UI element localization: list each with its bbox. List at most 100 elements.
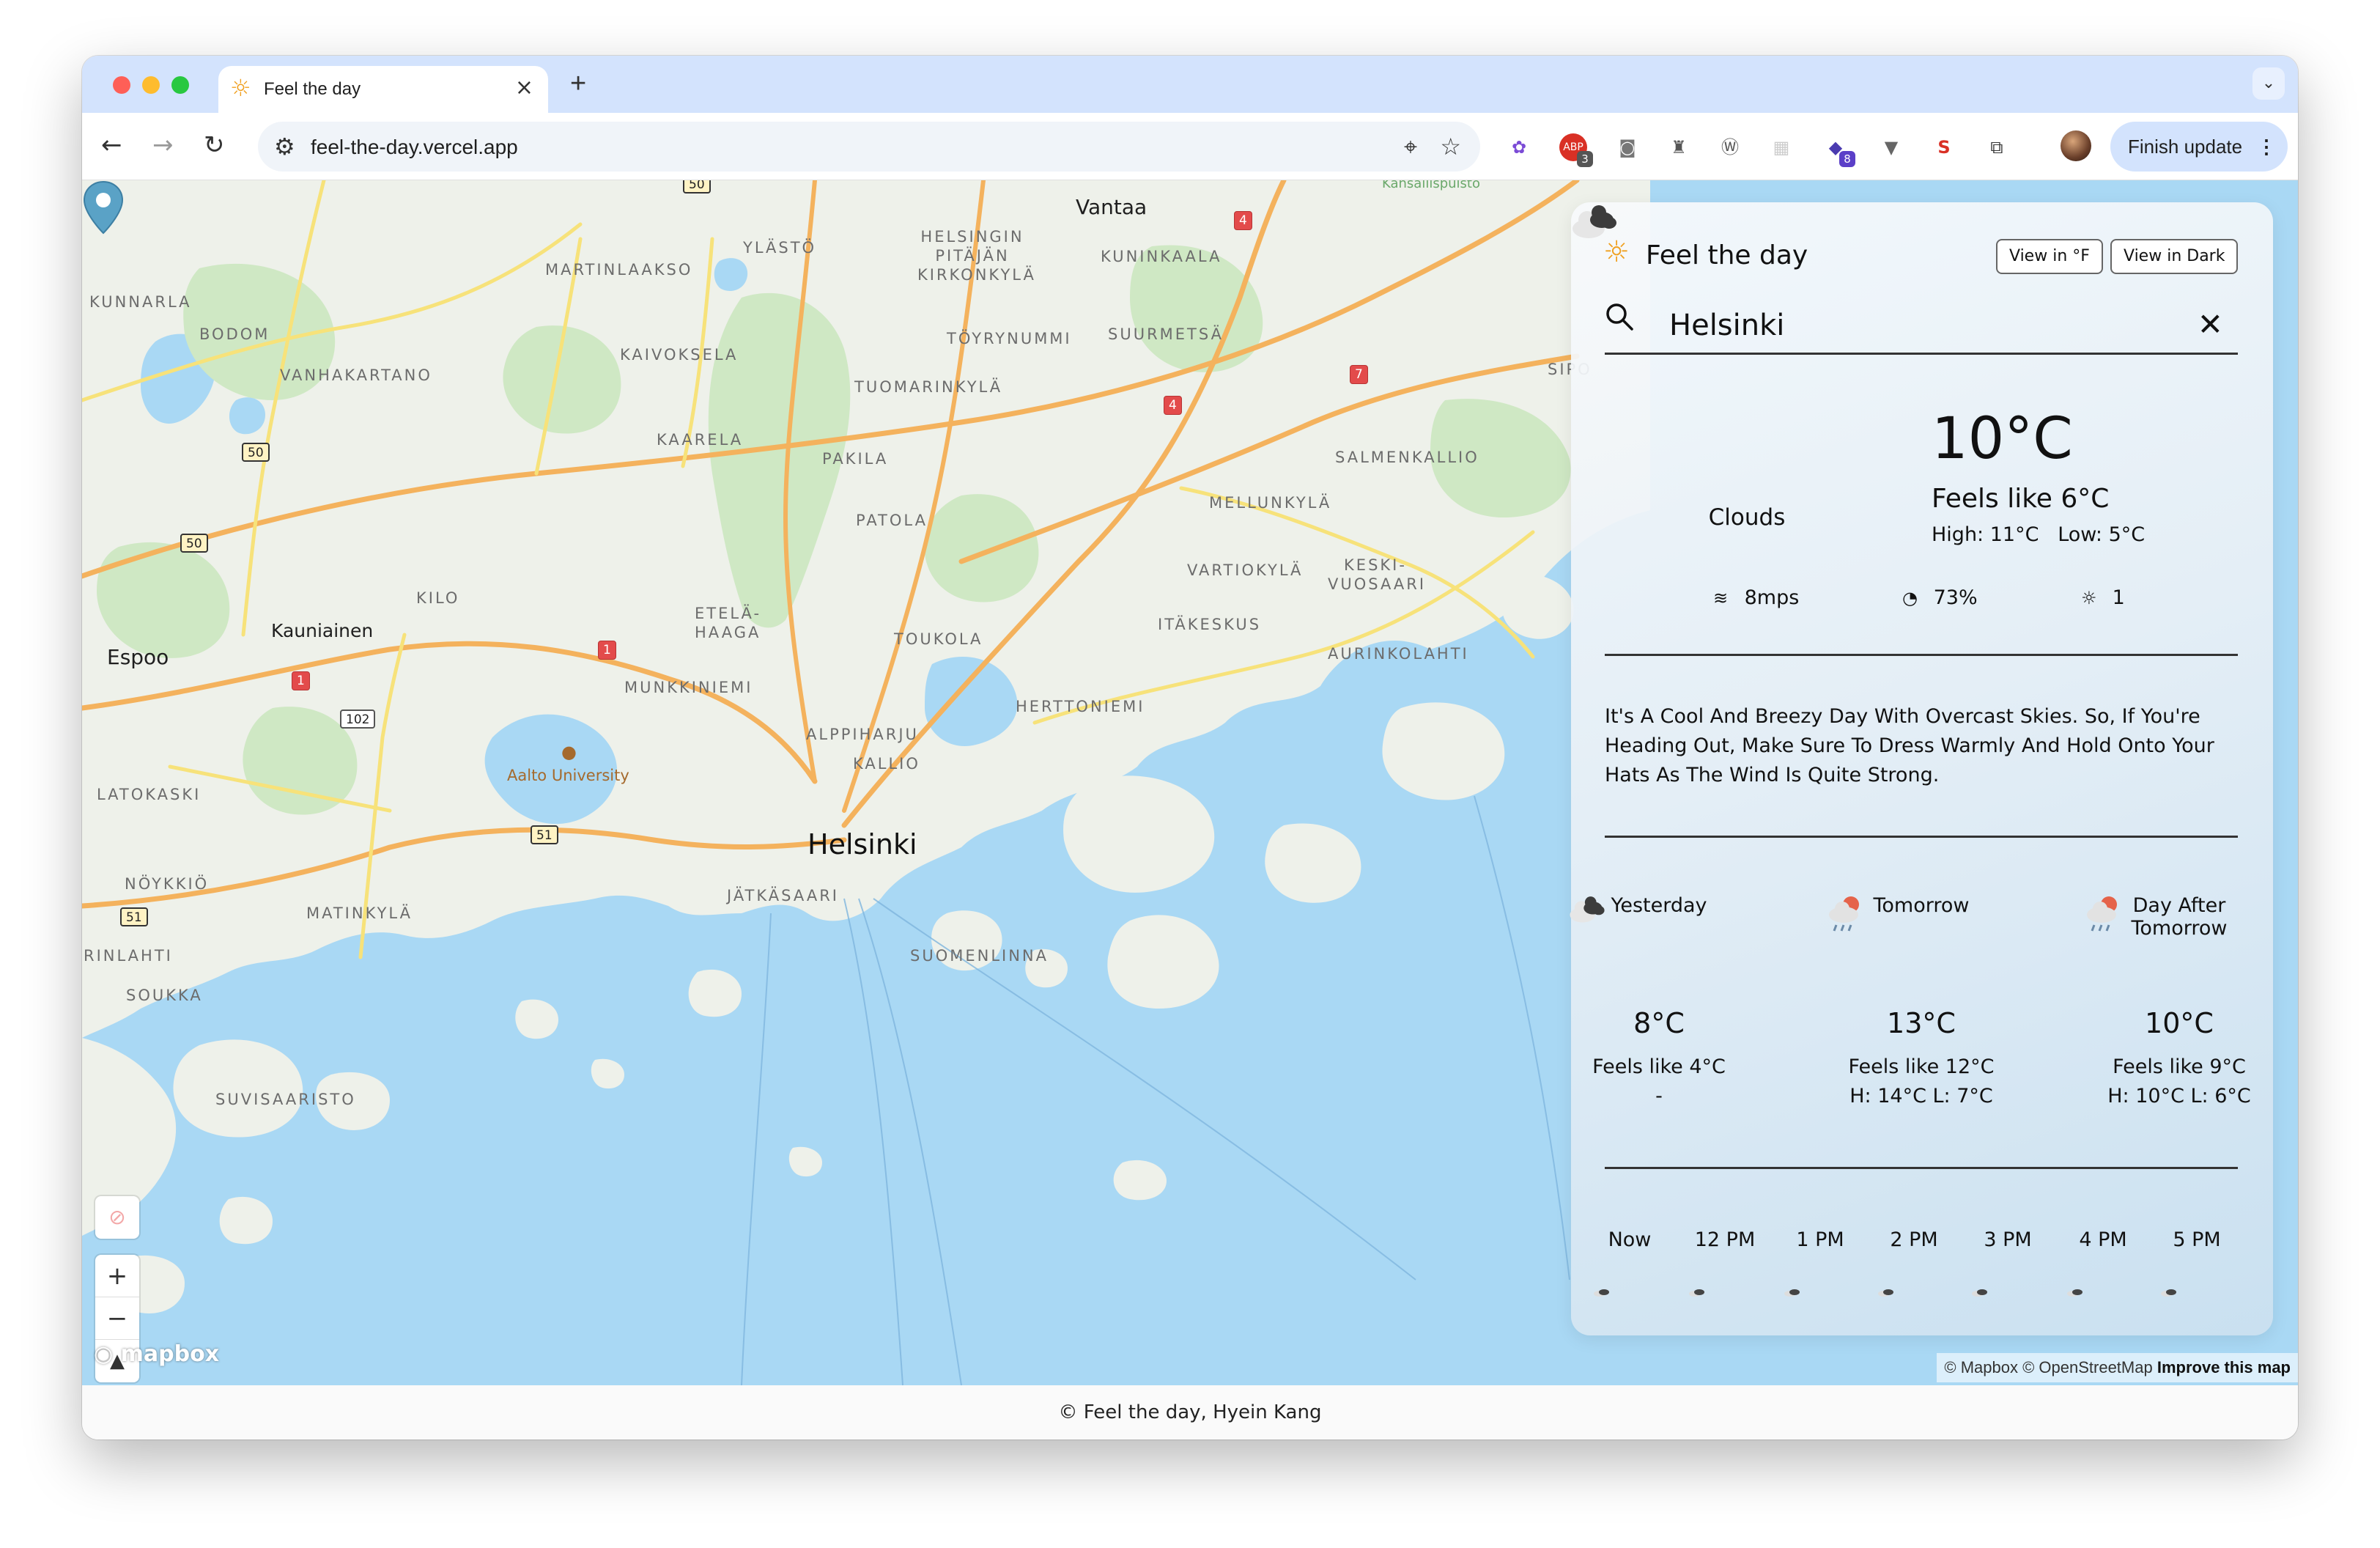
mapbox-logo[interactable]: ◉ mapbox — [94, 1341, 219, 1367]
location-pin-icon[interactable] — [82, 180, 125, 235]
wind-stat: ≋ 8mps — [1713, 586, 1799, 609]
current-high-low: High: 11°C Low: 5°C — [1932, 523, 2145, 546]
view-fahrenheit-button[interactable]: View in °F — [1996, 239, 2103, 274]
improve-map-link[interactable]: Improve this map — [2157, 1358, 2291, 1376]
map-label-vantaa: Vantaa — [1076, 195, 1148, 219]
current-low: Low: 5°C — [2058, 523, 2146, 546]
humidity-value: 73% — [1933, 586, 1978, 609]
zoom-out-icon[interactable]: − — [95, 1297, 139, 1340]
map-label-espoo: Espoo — [107, 645, 169, 669]
location-blocked-icon[interactable]: ⌖ — [1404, 133, 1417, 160]
forecast-hilo: H: 14°C L: 7°C — [1849, 1085, 1993, 1107]
url-text[interactable]: feel-the-day.vercel.app — [311, 136, 518, 159]
profile-avatar[interactable] — [2061, 130, 2091, 161]
extension-abp-icon[interactable]: ABP 3 — [1559, 133, 1593, 167]
map-label-aalto-university: Aalto University — [507, 767, 629, 784]
hourly-label: 5 PM — [2173, 1228, 2221, 1251]
extension-camera-icon[interactable]: ◙ — [1614, 133, 1641, 161]
finish-update-button[interactable]: Finish update ⋮ — [2110, 122, 2288, 172]
road-shield-1: 1 — [292, 671, 310, 690]
extension-seo-icon[interactable]: S — [1930, 133, 1958, 161]
geolocate-off-icon[interactable]: ⊘ — [95, 1196, 139, 1239]
road-shield-102: 102 — [340, 710, 376, 729]
map-label-kallio: KALLIO — [853, 755, 920, 773]
extension-grid-icon[interactable]: ▦ — [1767, 133, 1795, 161]
reload-icon[interactable]: ↻ — [204, 129, 225, 161]
island-sw1 — [173, 1039, 303, 1138]
forecast-feels: Feels like 9°C — [2113, 1055, 2246, 1078]
weather-panel: ☼ Feel the day View in °F View in Dark ✕ — [1570, 202, 2273, 1335]
clear-search-icon[interactable]: ✕ — [2198, 306, 2223, 343]
map-label-suvisaaristo: SUVISAARISTO — [215, 1091, 356, 1108]
back-arrow-icon[interactable]: ← — [101, 129, 122, 161]
map-label-alppiharju: ALPPIHARJU — [806, 726, 919, 743]
island-e3 — [1501, 574, 1574, 639]
clouds-icon — [1572, 205, 1616, 238]
zoom-in-icon[interactable]: + — [95, 1255, 139, 1297]
map-label-kaarela: KAARELA — [657, 431, 744, 449]
map-label-kaivoksela: KAIVOKSELA — [620, 346, 739, 364]
extension-w-icon[interactable]: Ⓦ — [1716, 133, 1744, 161]
current-condition: Clouds — [1708, 504, 1786, 531]
view-dark-button[interactable]: View in Dark — [2110, 239, 2239, 274]
humidity-stat: ◔ 73% — [1902, 586, 1978, 609]
map-label-kansallispuisto: Kansallispuisto — [1382, 180, 1480, 191]
tab-feel-the-day[interactable]: ☼ Feel the day × — [218, 66, 548, 113]
wind-value: 8mps — [1744, 586, 1800, 609]
map-label-bodom: BODOM — [199, 325, 270, 343]
map-canvas[interactable]: Vantaa Kansallispuisto YLÄSTÖ HELSINGIN … — [82, 180, 2298, 1385]
panel-title: Feel the day — [1646, 240, 1808, 270]
close-window-button[interactable] — [113, 76, 130, 94]
site-info-icon[interactable]: ⚙ — [274, 132, 295, 161]
extension-cap-icon[interactable]: ◆ 8 — [1822, 133, 1855, 167]
road-shield-51: 51 — [531, 825, 558, 844]
divider — [1605, 836, 2238, 838]
page-footer: © Feel the day, Hyein Kang — [82, 1385, 2298, 1440]
uv-value: 1 — [2112, 586, 2125, 609]
extension-person-icon[interactable]: ♜ — [1665, 133, 1693, 161]
map-label-vanhakartano: VANHAKARTANO — [280, 366, 432, 384]
search-icon — [1606, 303, 1633, 331]
road-shield-4: 4 — [1234, 211, 1252, 230]
finish-update-label: Finish update — [2128, 136, 2243, 158]
map-label-matinkyla: MATINKYLÄ — [306, 904, 413, 922]
island-e1 — [1265, 823, 1361, 903]
browser-window: ☼ Feel the day × + ⌄ ← → ↻ ⚙ feel-the-da… — [82, 56, 2298, 1440]
mapbox-logo-text: mapbox — [120, 1341, 220, 1367]
current-feels-like: Feels like 6°C — [1932, 484, 2110, 514]
forward-arrow-icon[interactable]: → — [152, 129, 174, 161]
map-label-vartiokyla: VARTIOKYLÄ — [1187, 561, 1304, 579]
more-menu-icon[interactable]: ⋮ — [2257, 122, 2276, 172]
zoom-window-button[interactable] — [171, 76, 189, 94]
island-m2 — [515, 999, 558, 1039]
forecast-temp: 8°C — [1633, 1007, 1685, 1039]
map-label-toukola: TOUKOLA — [894, 630, 983, 648]
map-label-suurmetsa: SUURMETSÄ — [1108, 325, 1224, 343]
attribution-text[interactable]: © Mapbox © OpenStreetMap — [1944, 1358, 2152, 1376]
hourly-label: Now — [1608, 1228, 1652, 1251]
bookmark-star-icon[interactable]: ☆ — [1440, 133, 1461, 160]
hourly-label: 2 PM — [1890, 1228, 1938, 1251]
road-shield-51: 51 — [120, 907, 148, 926]
road-shield-50: 50 — [683, 180, 711, 194]
map-label-helsinki: Helsinki — [808, 828, 917, 860]
map-label-kuninkaala: KUNINKAALA — [1101, 248, 1222, 265]
tab-search-button[interactable]: ⌄ — [2252, 67, 2285, 100]
forecast-icon — [1564, 896, 1754, 997]
new-tab-button[interactable]: + — [570, 69, 586, 98]
extensions-puzzle-icon[interactable]: ⧉ — [1983, 133, 2011, 161]
wind-icon: ≋ — [1713, 588, 1729, 608]
map-label-tuomarinkyla: TUOMARINKYLÄ — [854, 378, 1003, 396]
minimize-window-button[interactable] — [142, 76, 160, 94]
tab-close-icon[interactable]: × — [515, 75, 533, 101]
extension-gear-icon[interactable]: ✿ — [1505, 133, 1533, 161]
map-label-kilo: KILO — [416, 589, 460, 607]
address-bar[interactable]: ⚙ feel-the-day.vercel.app ⌖ ☆ — [258, 122, 1480, 172]
city-search-input[interactable] — [1669, 306, 2168, 344]
sun-icon: ☼ — [230, 74, 251, 102]
road-shield-7: 7 — [1350, 365, 1368, 384]
map-label-salmenkallio: SALMENKALLIO — [1335, 449, 1479, 466]
island-m3 — [788, 1146, 822, 1177]
extension-v-icon[interactable]: ▼ — [1877, 133, 1905, 161]
clouds-icon — [1570, 896, 1605, 923]
